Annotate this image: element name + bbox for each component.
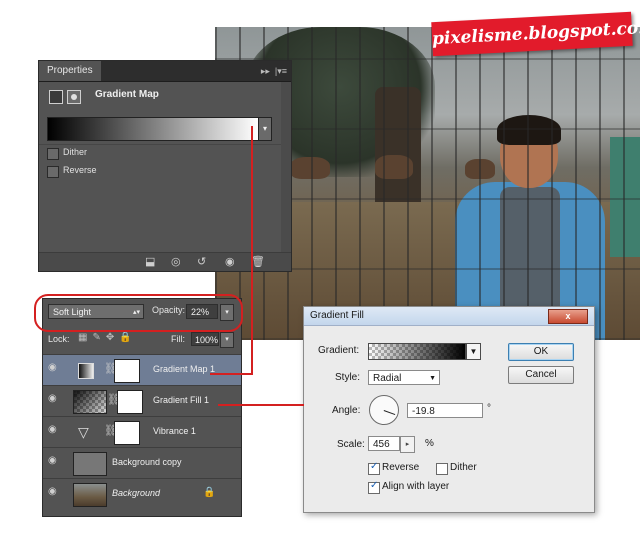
gradient-map-icon [78,363,94,379]
gradient-fill-thumbnail[interactable] [73,390,107,414]
eye-icon[interactable]: ◉ [48,363,60,373]
layer-row[interactable]: ◉ ⛓ Gradient Fill 1 [43,385,241,416]
reset-icon[interactable]: ↺ [197,253,206,271]
adjustment-icon[interactable] [49,90,63,104]
clip-to-layer-icon[interactable]: ⬓ [145,253,155,271]
properties-header: Properties ▸▸ |▾≡ [39,61,291,82]
chevron-down-icon: ▼ [429,375,436,382]
layer-name: Vibrance 1 [153,426,196,436]
dither-checkbox[interactable] [436,463,448,475]
layer-name: Background [112,488,161,498]
dither-label: Dither [63,147,88,157]
align-with-layer-label: Align with layer [382,481,450,492]
dialog-titlebar[interactable]: Gradient Fill x [304,307,594,326]
style-select[interactable]: Radial ▼ [368,370,440,385]
cancel-button[interactable]: Cancel [508,366,574,384]
angle-unit: ° [487,403,491,414]
annotation-line [218,404,304,406]
lock-icon: 🔒 [203,487,216,498]
scale-input[interactable]: 456 [368,436,400,451]
scale-slider-button[interactable]: ▸ [400,436,415,453]
scale-label: Scale: [337,439,365,450]
annotation-line [251,126,253,375]
reverse-checkbox[interactable] [47,166,59,178]
angle-input[interactable]: -19.8 [407,403,483,418]
layer-row[interactable]: ◉ ⛓ Gradient Map 1 [43,354,241,385]
gradient-dropdown-button[interactable]: ▾ [258,117,272,141]
layer-name: Background copy [112,457,182,467]
angle-dial[interactable] [369,395,399,425]
lock-icons[interactable]: ▦✎✥🔒 [78,332,137,343]
fill-input[interactable]: 100% [191,332,219,346]
properties-title: Gradient Map [95,89,159,100]
dither-checkbox[interactable] [47,148,59,160]
visibility-icon[interactable]: ◉ [225,253,235,271]
reverse-label: Reverse [382,462,420,473]
lock-row: Lock: ▦✎✥🔒 Fill: 100% ▾ [43,329,241,349]
properties-titlebar: Gradient Map [39,82,291,110]
eye-icon[interactable]: ◉ [48,456,60,466]
annotation-oval [34,294,243,332]
gradient-picker[interactable] [368,343,466,360]
angle-label: Angle: [332,405,361,416]
gradient-dropdown-button[interactable]: ▼ [466,343,481,360]
align-with-layer-checkbox[interactable] [368,480,380,494]
eye-icon[interactable]: ◉ [48,394,60,404]
fill-label: Fill: [171,334,185,344]
layer-name: Gradient Map 1 [153,364,216,374]
eye-icon[interactable]: ◉ [48,425,60,435]
gradient-map-bar[interactable] [47,117,259,141]
ok-button[interactable]: OK [508,343,574,361]
layer-mask-thumbnail[interactable] [114,359,140,383]
layer-name: Gradient Fill 1 [153,395,210,405]
tab-properties[interactable]: Properties [39,61,101,81]
delete-icon[interactable]: 🗑 [251,253,265,271]
lock-label: Lock: [48,334,70,344]
layer-thumbnail[interactable] [73,452,107,476]
style-value: Radial [373,373,402,384]
reverse-label: Reverse [63,165,97,175]
gradient-fill-dialog: Gradient Fill x Gradient: ▼ Style: Radia… [303,306,595,513]
properties-panel: Properties ▸▸ |▾≡ Gradient Map ▾ Dither … [38,60,292,272]
style-label: Style: [335,372,361,383]
dither-label: Dither [450,462,477,473]
reverse-checkbox[interactable] [368,461,380,475]
annotation-line [210,373,253,375]
eye-icon[interactable]: ◉ [48,487,60,497]
gradient-label: Gradient: [318,345,360,356]
close-button[interactable]: x [548,309,588,324]
properties-footer: ⬓ ◎ ↺ ◉ 🗑 [39,252,291,271]
layer-row[interactable]: ◉ ▽ ⛓ Vibrance 1 [43,416,241,447]
dialog-title: Gradient Fill [310,310,364,321]
properties-scrollbar[interactable] [281,82,291,252]
panel-menu-icon[interactable]: ▸▸ |▾≡ [261,61,287,81]
layer-row[interactable]: ◉ Background 🔒 [43,478,241,509]
fill-dropdown-button[interactable]: ▾ [220,332,234,348]
divider [39,144,291,145]
layer-thumbnail[interactable] [73,483,107,507]
mask-icon[interactable] [67,90,81,104]
layer-mask-thumbnail[interactable] [117,390,143,414]
vibrance-icon: ▽ [78,424,89,440]
scale-unit: % [425,438,434,449]
view-previous-icon[interactable]: ◎ [171,253,181,271]
layer-mask-thumbnail[interactable] [114,421,140,445]
layer-row[interactable]: ◉ Background copy [43,447,241,478]
